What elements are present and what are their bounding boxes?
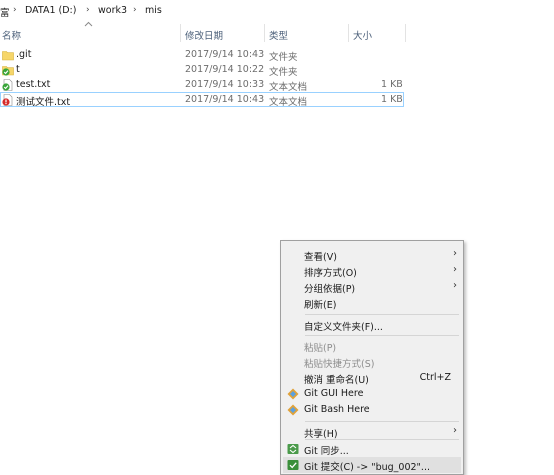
git-sync-icon	[287, 444, 299, 454]
breadcrumb-separator[interactable]: ›	[86, 5, 90, 15]
menu-item-view[interactable]: 查看(V) ›	[283, 247, 461, 263]
menu-item-label: Git 同步...	[304, 446, 349, 457]
folder-green-check-icon	[2, 66, 14, 76]
file-date: 2017/9/14 10:33	[185, 79, 265, 90]
menu-item-label: 查看(V)	[304, 252, 337, 263]
submenu-arrow-icon: ›	[453, 280, 457, 291]
menu-item-paste-shortcut[interactable]: 粘贴快捷方式(S)	[283, 354, 461, 370]
folder-icon	[2, 51, 14, 61]
menu-item-git-bash[interactable]: Git Bash Here	[283, 402, 461, 418]
file-row-test-cn-txt[interactable]: 测试文件.txt 2017/9/14 10:43 文本文档 1 KB	[0, 92, 404, 108]
menu-item-git-gui[interactable]: Git GUI Here	[283, 386, 461, 402]
menu-item-group-by[interactable]: 分组依据(P) ›	[283, 279, 461, 295]
sort-ascending-icon	[84, 21, 93, 27]
column-divider[interactable]	[348, 24, 349, 42]
git-diamond-icon	[287, 404, 299, 416]
file-name: .git	[16, 49, 32, 60]
menu-item-git-sync[interactable]: Git 同步...	[283, 441, 461, 457]
menu-item-sort-by[interactable]: 排序方式(O) ›	[283, 263, 461, 279]
menu-item-git-commit[interactable]: Git 提交(C) -> "bug_002"...	[283, 457, 461, 473]
menu-item-customize-folder[interactable]: 自定义文件夹(F)...	[283, 317, 461, 333]
menu-separator	[305, 314, 459, 315]
submenu-arrow-icon: ›	[453, 264, 457, 275]
menu-item-label: 排序方式(O)	[304, 268, 357, 279]
menu-item-shortcut: Ctrl+Z	[419, 372, 451, 383]
file-name: t	[16, 64, 20, 75]
breadcrumb-partial[interactable]: 富	[0, 5, 10, 19]
file-row-git[interactable]: .git 2017/9/14 10:43 文件夹	[0, 48, 405, 63]
menu-item-share[interactable]: 共享(H) ›	[283, 424, 461, 440]
menu-separator	[305, 421, 459, 422]
column-date-modified[interactable]: 修改日期	[185, 28, 223, 42]
column-divider[interactable]	[180, 24, 181, 42]
file-type: 文本文档	[269, 97, 308, 108]
column-divider[interactable]	[264, 24, 265, 42]
menu-item-label: Git GUI Here	[304, 388, 364, 399]
menu-item-label: 粘贴(P)	[304, 343, 337, 354]
menu-separator	[305, 439, 459, 440]
breadcrumb-item-drive[interactable]: DATA1 (D:)	[25, 5, 76, 16]
menu-item-paste[interactable]: 粘贴(P)	[283, 338, 461, 354]
file-name: 测试文件.txt	[16, 97, 71, 108]
breadcrumb: 富 › DATA1 (D:) › work3 › mis	[0, 0, 554, 22]
menu-item-label: 刷新(E)	[304, 300, 337, 311]
menu-item-label: 撤消 重命名(U)	[304, 375, 369, 386]
file-size: 1 KB	[381, 79, 403, 90]
menu-item-label: Git 提交(C) -> "bug_002"...	[304, 462, 430, 473]
file-red-modified-icon	[2, 94, 13, 106]
menu-separator	[305, 335, 459, 336]
git-diamond-icon	[287, 388, 299, 400]
column-name[interactable]: 名称	[2, 28, 21, 42]
menu-item-label: Git Bash Here	[304, 404, 370, 415]
file-date: 2017/9/14 10:43	[185, 94, 265, 105]
submenu-arrow-icon: ›	[453, 425, 457, 436]
file-type: 文件夹	[269, 67, 298, 78]
file-type: 文本文档	[269, 82, 308, 93]
file-row-test-txt[interactable]: test.txt 2017/9/14 10:33 文本文档 1 KB	[0, 78, 405, 93]
menu-item-refresh[interactable]: 刷新(E)	[283, 295, 461, 311]
breadcrumb-item-work3[interactable]: work3	[98, 5, 127, 16]
file-type: 文件夹	[269, 52, 298, 63]
breadcrumb-separator[interactable]: ›	[133, 5, 137, 15]
breadcrumb-separator[interactable]: ›	[13, 5, 17, 15]
column-type[interactable]: 类型	[269, 28, 288, 42]
file-row-t[interactable]: t 2017/9/14 10:22 文件夹	[0, 63, 405, 78]
file-date: 2017/9/14 10:43	[185, 49, 265, 60]
file-date: 2017/9/14 10:22	[185, 64, 265, 75]
column-size[interactable]: 大小	[353, 28, 372, 42]
git-commit-icon	[287, 460, 299, 470]
file-green-check-icon	[2, 79, 13, 91]
breadcrumb-item-mis[interactable]: mis	[145, 5, 162, 16]
column-header: 名称 修改日期 类型 大小	[0, 21, 554, 44]
submenu-arrow-icon: ›	[453, 248, 457, 259]
menu-item-label: 分组依据(P)	[304, 284, 356, 295]
column-divider[interactable]	[405, 24, 406, 42]
menu-item-label: 共享(H)	[304, 429, 338, 440]
menu-item-label: 自定义文件夹(F)...	[304, 322, 383, 333]
file-name: test.txt	[16, 79, 51, 90]
menu-item-label: 粘贴快捷方式(S)	[304, 359, 375, 370]
menu-item-undo-rename[interactable]: 撤消 重命名(U) Ctrl+Z	[283, 370, 461, 386]
context-menu: 查看(V) › 排序方式(O) › 分组依据(P) › 刷新(E) 自定义文件夹…	[280, 240, 464, 475]
file-size: 1 KB	[381, 94, 403, 105]
